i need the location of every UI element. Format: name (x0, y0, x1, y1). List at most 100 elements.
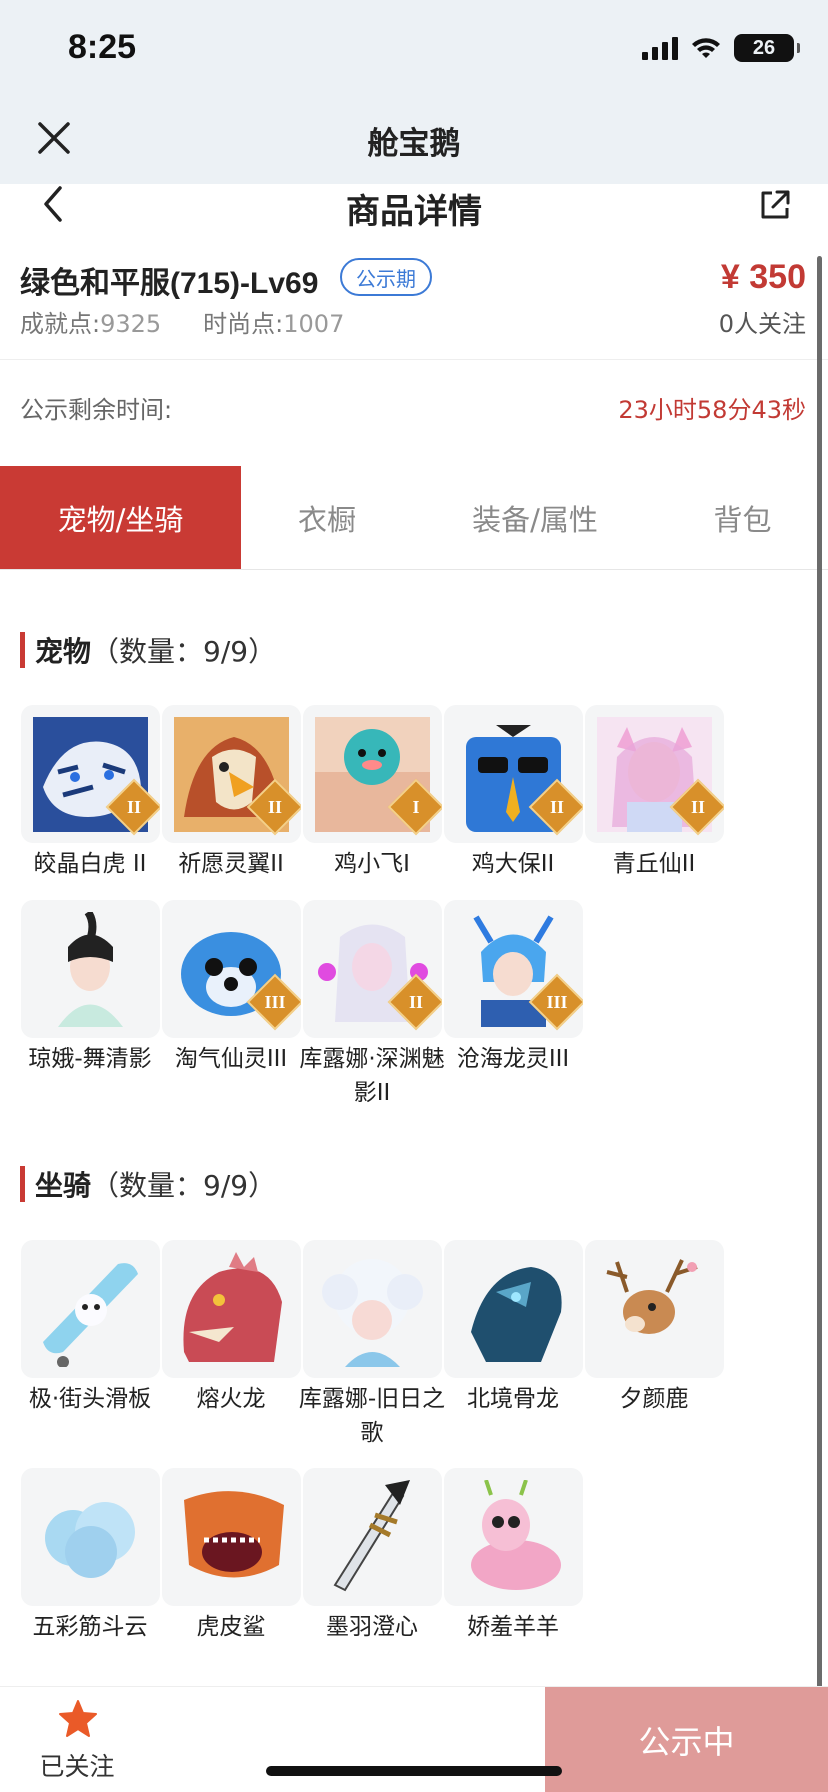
mount-item[interactable]: 娇羞羊羊 (444, 1468, 583, 1644)
mount-item[interactable]: 虎皮鲨 (162, 1468, 301, 1644)
mount-item[interactable]: 墨羽澄心 (303, 1468, 442, 1644)
mount-thumbnail (585, 1240, 724, 1378)
product-price: ¥ 350 (720, 258, 806, 296)
mount-thumbnail (303, 1240, 442, 1378)
tier-label: II (690, 796, 705, 817)
cloud-image (33, 1480, 148, 1595)
pet-thumbnail: II (444, 705, 583, 843)
status-badge: 公示期 (340, 258, 432, 296)
mount-item[interactable]: 五彩筋斗云 (21, 1468, 160, 1644)
pet-name: 鸡大保II (471, 851, 555, 877)
mount-name: 虎皮鲨 (196, 1614, 266, 1640)
mount-item[interactable]: 熔火龙 (162, 1240, 301, 1416)
bone-dragon-image (456, 1252, 571, 1367)
pet-item[interactable]: III 淘气仙灵III (162, 900, 301, 1076)
page-nav: 商品详情 (0, 184, 828, 244)
pet-item[interactable]: I 鸡小飞I (303, 705, 442, 881)
pets-section-title: 宠物 （数量：9/9） (20, 632, 276, 668)
tier-label: III (264, 991, 286, 1012)
fashion-value: 1007 (283, 310, 345, 338)
mount-name: 五彩筋斗云 (32, 1614, 148, 1640)
skateboard-image (33, 1252, 148, 1367)
publicity-status-button[interactable]: 公示中 (545, 1687, 828, 1792)
home-indicator (266, 1766, 562, 1776)
pet-item[interactable]: II 鸡大保II (444, 705, 583, 881)
mount-item[interactable]: 夕颜鹿 (585, 1240, 724, 1416)
pet-item[interactable]: 琼娥-舞清影 (21, 900, 160, 1076)
mount-item[interactable]: 库露娜-旧日之歌 (299, 1240, 445, 1450)
pet-name: 淘气仙灵III (174, 1046, 288, 1072)
pet-thumbnail: II (21, 705, 160, 843)
fashion-points: 时尚点:1007 (203, 304, 344, 339)
followers-count: 0人关注 (718, 310, 806, 338)
share-icon[interactable] (758, 188, 792, 222)
deer-image (597, 1252, 712, 1367)
dancer-image (33, 912, 148, 1027)
tier-label: II (408, 991, 423, 1012)
bottom-bar: 已关注 公示中 (0, 1686, 828, 1792)
battery-icon: 26 (734, 34, 800, 62)
pet-item[interactable]: III 沧海龙灵III (444, 900, 583, 1076)
pet-name: 鸡小飞I (334, 851, 410, 877)
mount-item[interactable]: 极·街头滑板 (21, 1240, 160, 1416)
section-marker (20, 1166, 25, 1202)
mounts-title: 坐骑 (35, 1169, 92, 1202)
tier-label: III (546, 991, 568, 1012)
pet-thumbnail: III (162, 900, 301, 1038)
mounts-section-title: 坐骑 （数量：9/9） (20, 1166, 276, 1202)
remaining-time: 公示剩余时间: 23小时58分43秒 (0, 362, 828, 462)
mount-name: 极·街头滑板 (28, 1386, 152, 1412)
pet-item[interactable]: II 青丘仙II (585, 705, 724, 881)
mount-thumbnail (444, 1468, 583, 1606)
pet-item[interactable]: II 皎晶白虎 II (21, 705, 160, 881)
mount-name: 熔火龙 (196, 1386, 266, 1412)
mount-name: 娇羞羊羊 (467, 1614, 559, 1640)
pet-name: 祈愿灵翼II (178, 851, 284, 877)
pets-count: （数量：9/9） (91, 635, 277, 668)
tab-wardrobe[interactable]: 衣橱 (241, 466, 413, 569)
signal-icon (642, 36, 678, 60)
status-time: 8:25 (68, 28, 137, 66)
pet-thumbnail (21, 900, 160, 1038)
achievement-label: 成就点: (20, 310, 101, 338)
tier-label: II (267, 796, 282, 817)
pet-thumbnail: II (303, 900, 442, 1038)
tab-pets-mounts[interactable]: 宠物/坐骑 (0, 466, 241, 569)
tab-bag[interactable]: 背包 (657, 466, 828, 569)
pet-name: 库露娜·深渊魅影II (299, 1046, 445, 1106)
pet-name: 皎晶白虎 II (33, 851, 147, 877)
pet-thumbnail: III (444, 900, 583, 1038)
mount-item[interactable]: 北境骨龙 (444, 1240, 583, 1416)
app-title: 舱宝鹅 (367, 126, 461, 162)
tier-label: II (549, 796, 564, 817)
pets-title: 宠物 (35, 635, 92, 668)
mount-thumbnail (303, 1468, 442, 1606)
pet-thumbnail: II (585, 705, 724, 843)
remaining-time-label: 公示剩余时间: (20, 396, 173, 424)
remaining-time-value: 23小时58分43秒 (618, 396, 806, 424)
pet-name: 青丘仙II (612, 851, 696, 877)
product-info: 绿色和平服(715)-Lv69 公示期 ¥ 350 成就点:9325 时尚点:1… (0, 244, 828, 360)
mount-thumbnail (21, 1240, 160, 1378)
pet-thumbnail: I (303, 705, 442, 843)
follow-button[interactable]: 已关注 (0, 1687, 154, 1792)
shark-image (174, 1480, 289, 1595)
pet-item[interactable]: II 库露娜·深渊魅影II (299, 900, 445, 1110)
pink-sheep-image (456, 1480, 571, 1595)
wifi-icon (692, 38, 720, 58)
blade-image (315, 1480, 430, 1595)
mount-name: 库露娜-旧日之歌 (298, 1386, 446, 1446)
tab-equipment[interactable]: 装备/属性 (413, 466, 657, 569)
app-header: 舱宝鹅 (0, 96, 828, 184)
cloud-girl-image (315, 1252, 430, 1367)
mount-thumbnail (162, 1468, 301, 1606)
mount-thumbnail (162, 1240, 301, 1378)
page-title: 商品详情 (346, 192, 482, 232)
tab-bar: 宠物/坐骑 衣橱 装备/属性 背包 (0, 466, 828, 570)
mount-name: 墨羽澄心 (326, 1614, 418, 1640)
mount-name: 北境骨龙 (467, 1386, 559, 1412)
scrollbar[interactable] (817, 256, 822, 1716)
achievement-value: 9325 (100, 310, 162, 338)
mount-thumbnail (21, 1468, 160, 1606)
pet-item[interactable]: II 祈愿灵翼II (162, 705, 301, 881)
